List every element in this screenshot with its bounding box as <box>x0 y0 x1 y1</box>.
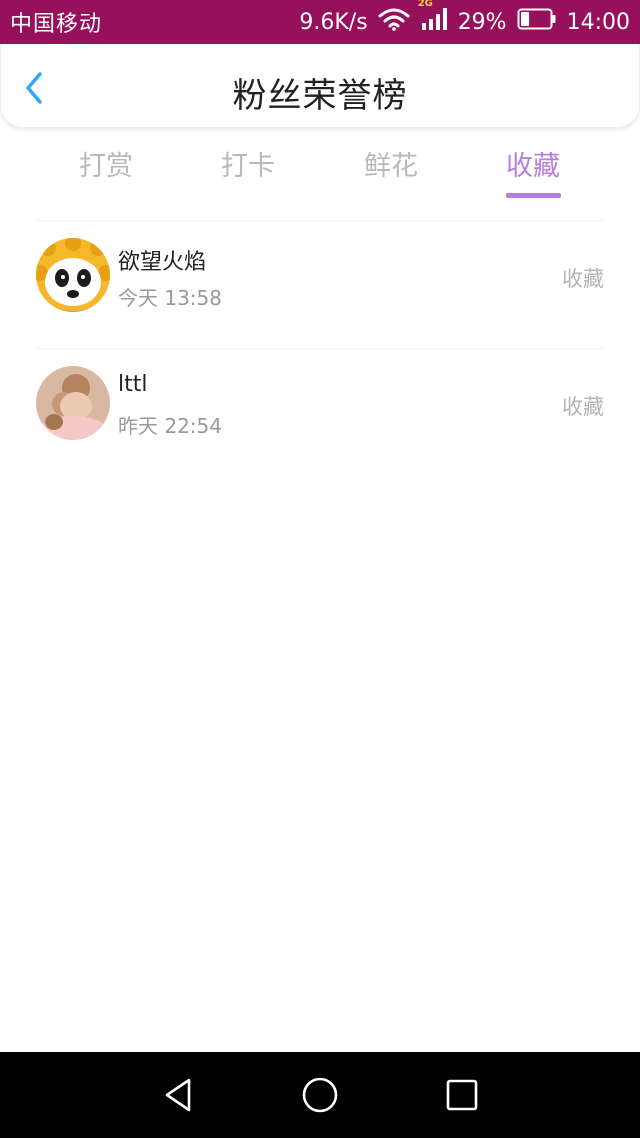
tab-flowers[interactable]: 鲜花 <box>341 144 441 183</box>
back-triangle-icon[interactable] <box>156 1073 200 1117</box>
avatar <box>36 238 110 312</box>
wifi-icon <box>378 7 410 37</box>
list-item[interactable]: 欲望火焰 今天 13:58 收藏 <box>0 220 640 348</box>
active-tab-indicator <box>506 193 561 198</box>
page-title: 粉丝荣誉榜 <box>232 76 408 116</box>
app-header: 粉丝荣誉榜 <box>0 44 640 128</box>
carrier-name: 中国移动 <box>10 12 103 37</box>
action-label: 收藏 <box>562 395 604 419</box>
home-circle-icon[interactable] <box>298 1073 342 1117</box>
user-name: lttl <box>118 372 148 397</box>
signal-group: 2G <box>418 0 448 37</box>
tab-favorites[interactable]: 收藏 <box>483 144 583 183</box>
avatar <box>36 366 110 440</box>
status-indicators: 9.6K/s 2G 29% 14:00 <box>299 0 630 37</box>
tab-reward[interactable]: 打赏 <box>56 144 156 183</box>
clock: 14:00 <box>566 9 630 35</box>
system-nav-bar <box>0 1052 640 1138</box>
status-bar: 中国移动 9.6K/s 2G 29% 14:00 <box>0 0 640 44</box>
network-speed: 9.6K/s <box>299 9 368 35</box>
battery-percent: 29% <box>457 9 507 35</box>
list-item[interactable]: lttl 昨天 22:54 收藏 <box>0 348 640 476</box>
battery-icon <box>517 8 557 36</box>
timestamp: 今天 13:58 <box>118 286 222 310</box>
user-name: 欲望火焰 <box>118 250 207 275</box>
network-type-badge: 2G <box>417 0 433 9</box>
signal-icon <box>420 7 448 37</box>
timestamp: 昨天 22:54 <box>118 414 222 438</box>
recents-square-icon[interactable] <box>440 1073 484 1117</box>
action-label: 收藏 <box>562 267 604 291</box>
tab-bar: 打赏 打卡 鲜花 收藏 <box>0 144 640 202</box>
tab-checkin[interactable]: 打卡 <box>198 144 298 183</box>
